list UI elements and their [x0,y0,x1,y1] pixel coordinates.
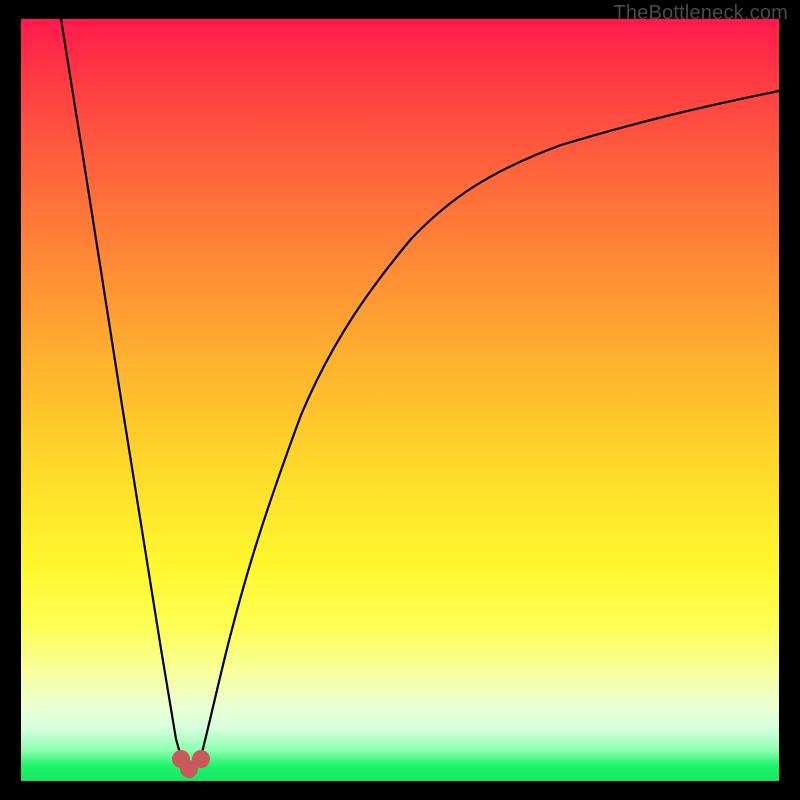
watermark-text: TheBottleneck.com [613,2,788,25]
chart-plot-area [21,19,779,781]
bottleneck-curve [21,19,779,781]
curve-marker-right [192,750,210,768]
curve-right-branch [199,91,779,764]
curve-left-branch [61,19,183,764]
